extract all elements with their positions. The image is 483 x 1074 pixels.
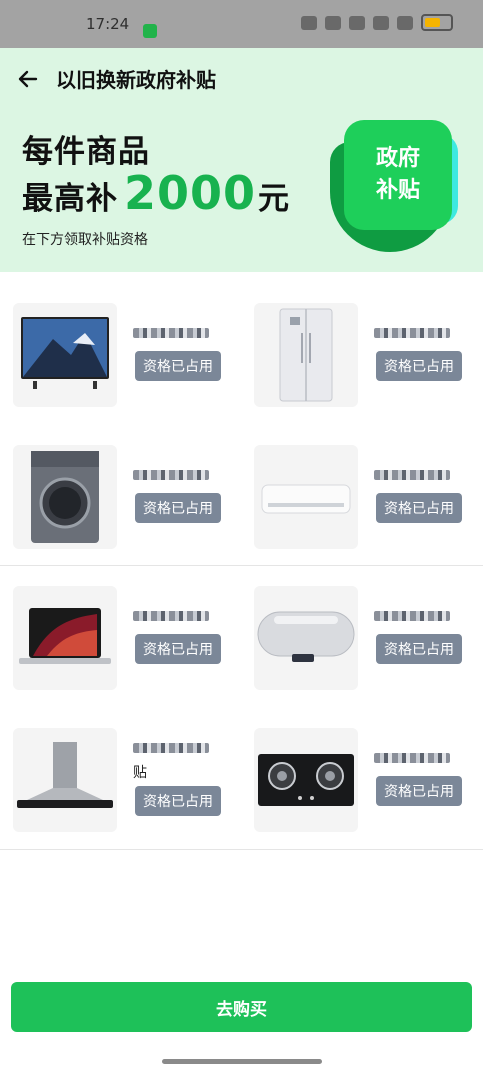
laptop-icon (13, 586, 117, 690)
gas-stove-icon (254, 728, 358, 832)
quota-used-button[interactable]: 资格已占用 (135, 634, 221, 664)
quota-used-button[interactable]: 资格已占用 (376, 776, 462, 806)
product-item[interactable]: 资格已占用 (13, 586, 243, 690)
product-name (133, 610, 221, 624)
air-conditioner-icon (254, 445, 358, 549)
promo-max-subsidy: 最高补 2000 元 (22, 170, 290, 218)
promo-prefix: 最高补 (22, 181, 118, 217)
product-name (374, 610, 462, 624)
product-item[interactable]: 资格已占用 (254, 303, 483, 407)
product-name (133, 469, 221, 483)
product-item[interactable]: 资格已占用 (254, 586, 483, 690)
product-name (133, 327, 221, 341)
status-time: 17:24 (86, 15, 130, 33)
alarm-icon (301, 15, 317, 30)
product-item[interactable]: 资格已占用 (254, 445, 483, 549)
quota-used-button[interactable]: 资格已占用 (135, 493, 221, 523)
back-button[interactable] (15, 66, 41, 92)
promo-subtitle: 在下方领取补贴资格 (22, 232, 148, 248)
page-title: 以旧换新政府补贴 (56, 68, 216, 92)
product-item[interactable]: 资格已占用 (254, 728, 483, 832)
status-icons (301, 14, 453, 31)
arrow-left-icon (18, 70, 38, 88)
range-hood-icon (13, 728, 117, 832)
quota-used-button[interactable]: 资格已占用 (376, 493, 462, 523)
gov-subsidy-badge: 政府 补贴 (330, 114, 470, 254)
product-name (374, 469, 462, 483)
section-divider (0, 849, 483, 850)
wifi-icon (349, 15, 365, 30)
product-name (374, 327, 462, 341)
promo-amount: 2000 (124, 166, 257, 220)
quota-used-button[interactable]: 资格已占用 (135, 786, 221, 816)
product-name (374, 752, 462, 766)
promo-headline: 每件商品 (22, 134, 150, 170)
signal-icon (373, 15, 389, 30)
status-bar: 17:24 (0, 0, 483, 48)
product-name-suffix: 贴 (133, 765, 147, 780)
water-heater-icon (254, 586, 358, 690)
quota-used-button[interactable]: 资格已占用 (376, 634, 462, 664)
quota-used-button[interactable]: 资格已占用 (135, 351, 221, 381)
battery-icon (421, 14, 453, 31)
section-divider (0, 565, 483, 566)
hd-icon (325, 15, 341, 30)
badge-line2: 补贴 (375, 178, 420, 203)
refrigerator-icon (254, 303, 358, 407)
promo-header: 以旧换新政府补贴 每件商品 最高补 2000 元 在下方领取补贴资格 政府 补贴 (0, 48, 483, 272)
product-item[interactable]: 资格已占用 (13, 303, 243, 407)
product-name: 贴 (133, 742, 221, 780)
washing-machine-icon (13, 445, 117, 549)
buy-button[interactable]: 去购买 (11, 982, 472, 1032)
tv-icon (13, 303, 117, 407)
app-notification-icon (143, 24, 157, 38)
badge-line1: 政府 (375, 146, 420, 171)
home-indicator[interactable] (162, 1059, 322, 1064)
promo-unit: 元 (258, 181, 291, 217)
product-item[interactable]: 贴 资格已占用 (13, 728, 243, 832)
signal-2-icon (397, 15, 413, 30)
product-item[interactable]: 资格已占用 (13, 445, 243, 549)
quota-used-button[interactable]: 资格已占用 (376, 351, 462, 381)
